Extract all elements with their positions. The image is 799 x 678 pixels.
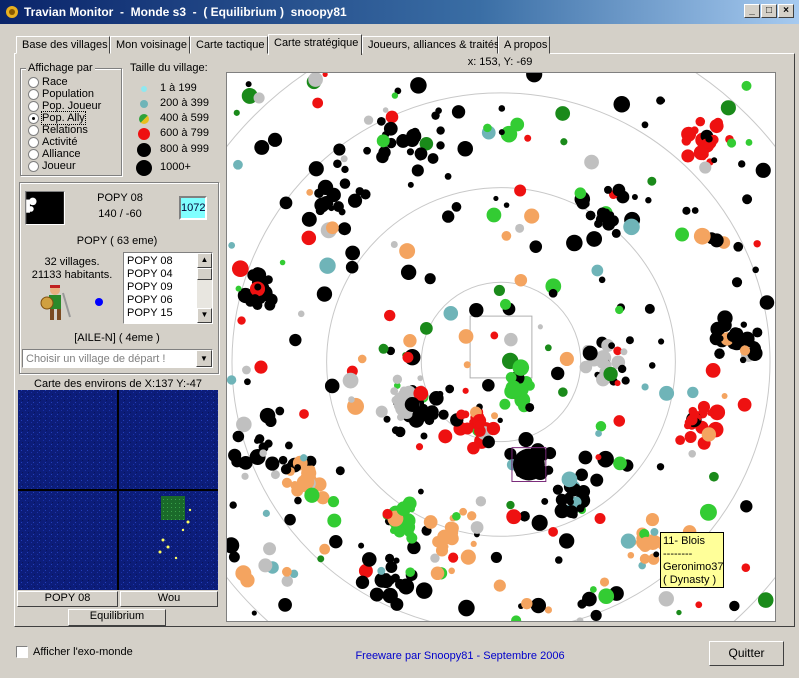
radio-dot-icon[interactable] — [28, 113, 39, 124]
population-badge: 1072 — [179, 196, 207, 220]
size-label: 400 à 599 — [160, 112, 209, 124]
list-scrollbar[interactable]: ▲ ▼ — [197, 253, 212, 323]
village-tooltip: 11- Blois -------- Geronimo37 ( Dynasty … — [660, 532, 724, 588]
credit-text: Freeware par Snoopy81 - Septembre 2006 — [355, 650, 565, 662]
tab-carte-tactique[interactable]: Carte tactique — [190, 36, 268, 54]
map-coords-readout: x: 153, Y: -69 — [467, 56, 533, 68]
start-village-placeholder: Choisir un village de départ ! — [26, 353, 166, 365]
display-by-title: Affichage par — [26, 62, 95, 74]
radio-dot-icon[interactable] — [28, 161, 39, 172]
alliance-color-dot — [95, 298, 103, 306]
app-icon — [6, 6, 18, 18]
radio-dot-icon[interactable] — [28, 77, 39, 88]
tab-voisinage[interactable]: Mon voisinage — [110, 36, 190, 54]
radio-label: Relations — [42, 124, 88, 136]
player-name: POPY ( 63 eme) — [76, 235, 158, 247]
scroll-thumb[interactable] — [197, 268, 212, 280]
size-marker-icon — [136, 160, 152, 176]
tab-carte-strategique[interactable]: Carte stratégique — [268, 34, 362, 55]
radio-label: Alliance — [42, 148, 81, 160]
chevron-down-icon[interactable]: ▼ — [196, 350, 212, 367]
exo-world-checkbox[interactable] — [16, 646, 28, 658]
size-label: 1 à 199 — [160, 82, 197, 94]
scroll-up-icon[interactable]: ▲ — [197, 253, 212, 268]
quit-button[interactable]: Quitter — [709, 641, 784, 666]
radio-label: Pop. Joueur — [42, 100, 102, 112]
radio-dot-icon[interactable] — [28, 125, 39, 136]
radio-dot-icon[interactable] — [28, 137, 39, 148]
tooltip-village: 11- Blois — [663, 535, 705, 547]
radio-label: Pop. Ally — [41, 111, 86, 125]
list-item[interactable]: POPY 15 — [127, 307, 173, 320]
exo-world-label: Afficher l'exo-monde — [33, 646, 133, 658]
tab-joueurs-alliances[interactable]: Joueurs, alliances & traités — [362, 36, 499, 54]
radio-label: Joueur — [42, 160, 76, 172]
list-item[interactable]: POPY 09 — [127, 281, 173, 294]
title-bar: Travian Monitor - Monde s3 - ( Equilibri… — [0, 0, 799, 24]
minimize-button[interactable]: _ — [744, 4, 760, 18]
radio-dot-icon[interactable] — [28, 89, 39, 100]
village-thumbnail — [25, 191, 65, 225]
list-item[interactable]: POPY 06 — [127, 294, 173, 307]
surroundings-left-button[interactable]: POPY 08 — [17, 591, 118, 607]
size-marker-icon — [138, 128, 150, 140]
size-marker-icon — [137, 143, 151, 157]
radio-label: Race — [42, 76, 68, 88]
size-legend-title: Taille du village: — [130, 62, 208, 74]
size-marker-icon — [140, 100, 148, 108]
start-village-select[interactable]: Choisir un village de départ ! ▼ — [22, 349, 213, 368]
list-item[interactable]: POPY 08 — [127, 255, 173, 268]
radio-dot-icon[interactable] — [28, 101, 39, 112]
close-button[interactable]: × — [778, 4, 794, 18]
surroundings-minimap[interactable] — [18, 390, 218, 590]
alliance-label: [AILE-N] ( 4eme ) — [74, 332, 160, 344]
radio-label: Population — [42, 88, 94, 100]
size-label: 200 à 399 — [160, 97, 209, 109]
gaul-warrior-icon — [40, 285, 71, 320]
surroundings-title: Carte des environs de X:137 Y:-47 — [34, 378, 202, 390]
tooltip-player: Geronimo37 — [663, 561, 724, 573]
tooltip-alliance: ( Dynasty ) — [663, 574, 717, 586]
size-marker-icon — [139, 114, 149, 124]
alliance-button[interactable]: Equilibrium — [68, 609, 166, 626]
size-label: 1000+ — [160, 161, 191, 173]
radio-dot-icon[interactable] — [28, 149, 39, 160]
list-item[interactable]: POPY 04 — [127, 268, 173, 281]
size-legend: Taille du village: 1 à 199 200 à 399 400 à… — [130, 62, 220, 182]
tooltip-separator: -------- — [663, 548, 693, 560]
village-coords: 140 / -60 — [98, 208, 142, 220]
size-marker-icon — [141, 86, 147, 92]
tab-base-villages[interactable]: Base des villages — [16, 36, 110, 54]
villages-count: 32 villages. — [44, 256, 100, 268]
village-list[interactable]: POPY 08 POPY 04 POPY 09 POPY 06 POPY 15 … — [123, 252, 213, 324]
maximize-button[interactable]: □ — [761, 4, 777, 18]
village-name: POPY 08 — [97, 192, 143, 204]
size-label: 800 à 999 — [160, 143, 209, 155]
inhabitants-count: 21133 habitants. — [31, 269, 113, 281]
radio-label: Activité — [42, 136, 78, 148]
surroundings-right-button[interactable]: Wou — [120, 591, 218, 607]
window-title: Travian Monitor - Monde s3 - ( Equilibri… — [24, 5, 347, 19]
scroll-down-icon[interactable]: ▼ — [197, 308, 212, 323]
size-label: 600 à 799 — [160, 127, 209, 139]
tab-a-propos[interactable]: A propos — [498, 36, 550, 54]
